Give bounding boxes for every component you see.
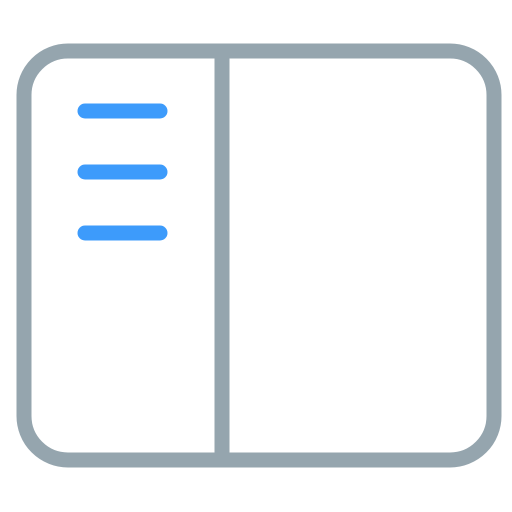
sidebar-layout-icon — [0, 0, 512, 512]
sidebar-layout-icon-svg — [16, 43, 502, 468]
